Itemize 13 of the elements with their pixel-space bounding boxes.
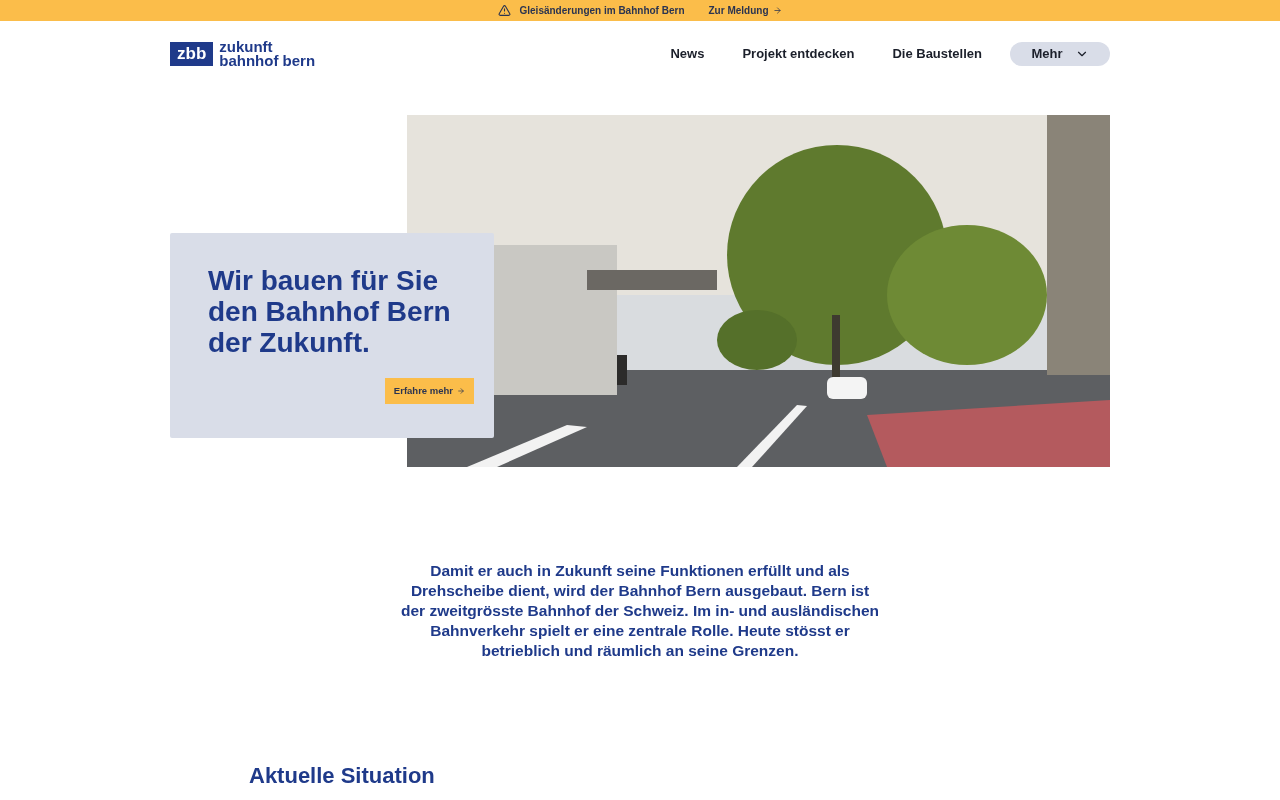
nav-link[interactable]: Die Baustellen — [892, 44, 982, 64]
warning-icon — [498, 4, 512, 17]
arrow-right-icon — [457, 387, 465, 395]
announcement-text: Gleisänderungen im Bahnhof Bern — [519, 4, 685, 18]
more-menu-button[interactable]: Mehr — [1010, 42, 1110, 66]
nav-link[interactable]: News — [670, 44, 705, 64]
hero-title: Wir bauen für Sie den Bahnhof Bern der Zukunft. — [208, 265, 452, 358]
announcement-link[interactable]: Zur Meldung — [708, 3, 782, 18]
section-title: Aktuelle Situation — [249, 762, 436, 790]
arrow-right-icon — [772, 6, 782, 15]
nav-link[interactable]: Projekt entdecken — [742, 44, 855, 64]
intro-paragraph: Damit er auch in Zukunft seine Funktionen erfüllt und als Drehscheibe dient, wird der Bahnhof Bern ausgebaut. Bern ist der zweitgrösste Bahnhof der Schweiz. Im in- und ausländischen Bahnverkehr spielt er eine zentrale Rolle. Heute stösst er betrieblich und räumlich an seine Grenzen. — [400, 561, 880, 661]
cta-button[interactable]: Erfahre mehr — [384, 378, 474, 404]
